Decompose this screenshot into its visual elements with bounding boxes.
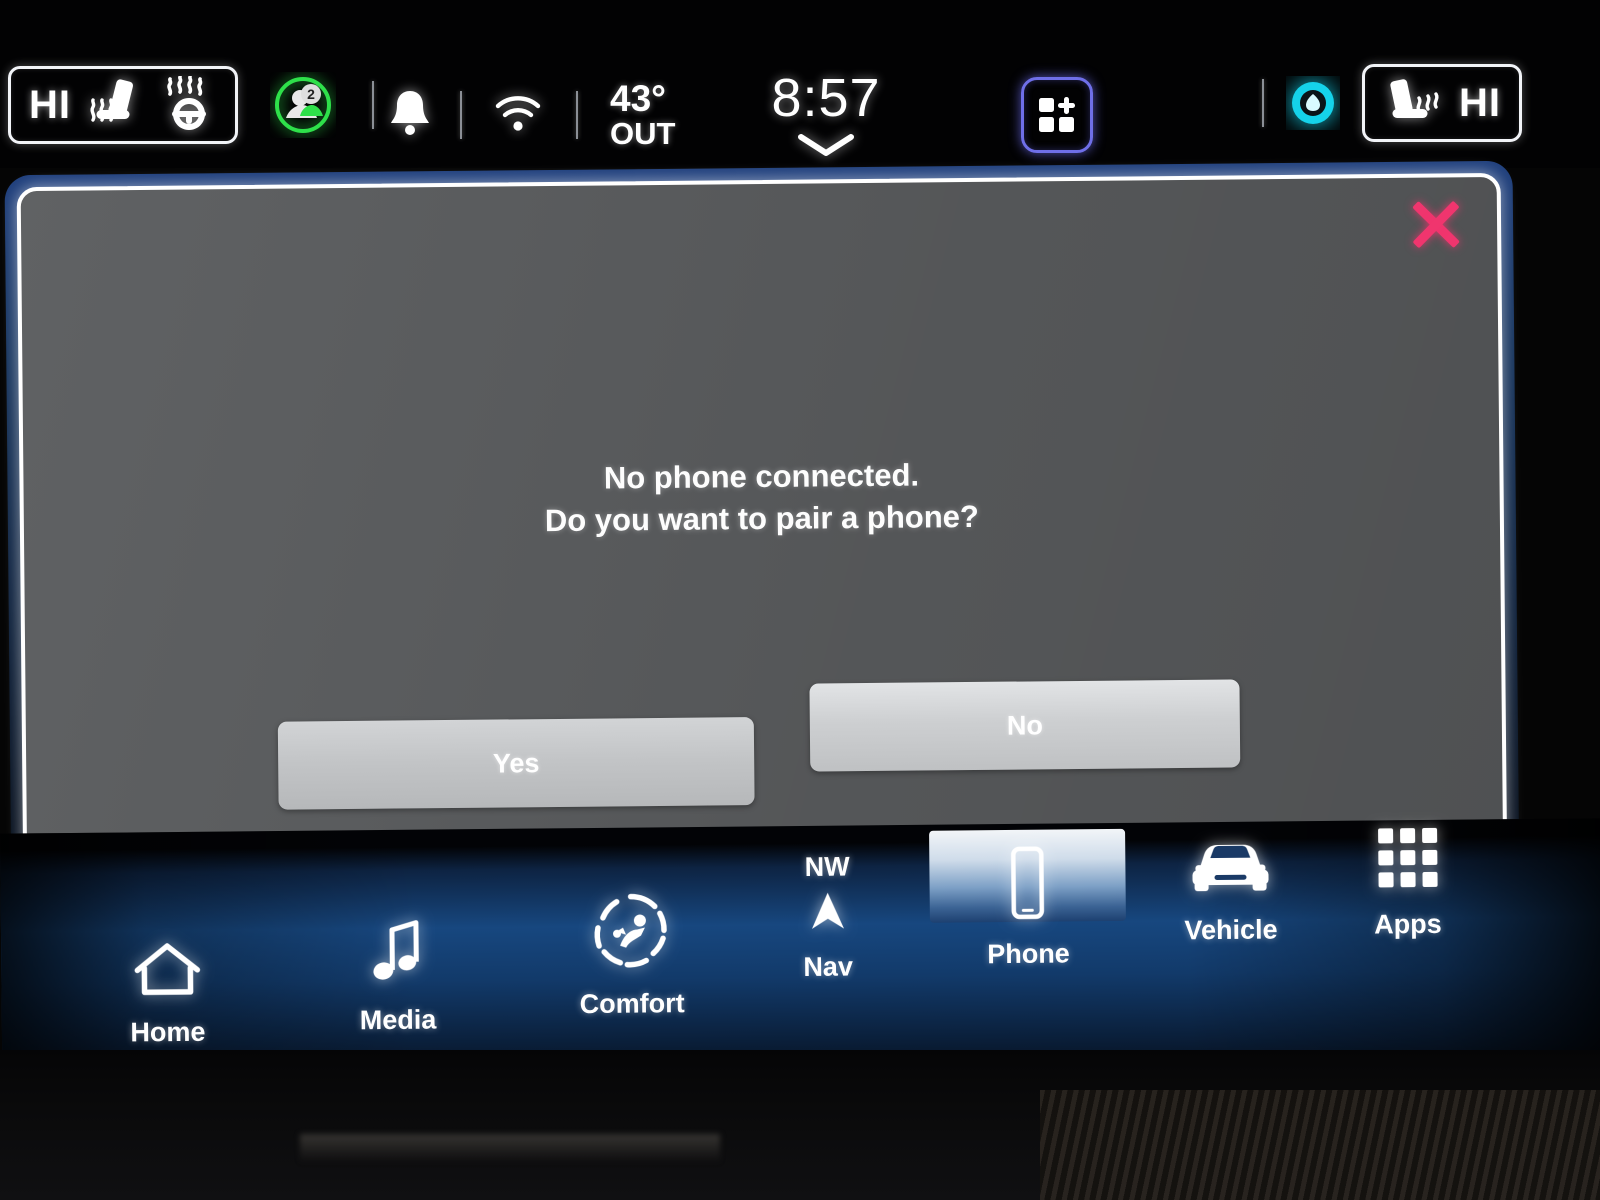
- status-divider: [372, 81, 374, 129]
- passenger-heat-level-label: HI: [1459, 80, 1501, 125]
- status-divider: [576, 91, 578, 139]
- nav-item-vehicle[interactable]: Vehicle: [1182, 831, 1279, 946]
- bell-icon[interactable]: [386, 87, 434, 144]
- infotainment-screen: HI 2 43° OUT 8:57 HI No phone connected.…: [0, 0, 1600, 1200]
- status-divider: [460, 91, 462, 139]
- nav-label-comfort: Comfort: [579, 988, 685, 1020]
- dialog-message-line-2: Do you want to pair a phone?: [544, 498, 980, 538]
- nav-item-phone[interactable]: Phone: [929, 828, 1127, 970]
- nav-label-media: Media: [359, 1004, 437, 1036]
- dialog-button-row: Yes No: [25, 677, 1502, 821]
- nav-label-nav: Nav: [803, 951, 854, 982]
- nav-label-phone: Phone: [987, 938, 1070, 970]
- nav-label-apps: Apps: [1374, 908, 1442, 940]
- nav-item-nav[interactable]: NW Nav: [802, 852, 853, 983]
- clock-group[interactable]: 8:57: [771, 67, 880, 164]
- close-x-icon[interactable]: [1405, 193, 1468, 256]
- status-bar: HI 2 43° OUT 8:57 HI: [0, 0, 1600, 168]
- driver-seat-heat-control[interactable]: HI: [8, 66, 238, 144]
- status-bar-center-group: 43° OUT 8:57: [386, 60, 1093, 170]
- nav-item-media[interactable]: Media: [359, 918, 437, 1037]
- nav-item-comfort[interactable]: Comfort: [579, 889, 685, 1020]
- temperature-value: 43°: [610, 78, 666, 120]
- smartphone-icon: [1002, 844, 1053, 927]
- outside-temperature: 43° OUT: [610, 80, 675, 149]
- heated-seat-icon[interactable]: [87, 76, 145, 135]
- temperature-label: OUT: [610, 116, 676, 152]
- voice-assistant-icon[interactable]: [1286, 76, 1340, 130]
- driver-heat-level-label: HI: [29, 82, 71, 127]
- navigation-arrow-icon: [805, 887, 850, 940]
- main-content-frame: No phone connected. Do you want to pair …: [4, 160, 1520, 906]
- nav-heading-label: NW: [804, 851, 850, 882]
- ventilated-seat-icon[interactable]: [1383, 74, 1443, 133]
- nav-item-home[interactable]: Home: [129, 938, 206, 1049]
- nav-label-home: Home: [130, 1016, 206, 1048]
- nav-item-apps[interactable]: Apps: [1372, 822, 1443, 941]
- yes-button[interactable]: Yes: [277, 717, 755, 810]
- clock-time: 8:57: [771, 67, 881, 128]
- dialog-message: No phone connected. Do you want to pair …: [23, 449, 1500, 546]
- passenger-profile-badge[interactable]: 2: [270, 72, 336, 138]
- bezel-highlight: [300, 1134, 720, 1162]
- pair-phone-dialog: No phone connected. Do you want to pair …: [16, 172, 1508, 894]
- status-bar-left-group: HI 2: [8, 66, 374, 144]
- nav-label-vehicle: Vehicle: [1184, 914, 1278, 946]
- heated-steering-wheel-icon[interactable]: [161, 74, 217, 135]
- dialog-message-line-1: No phone connected.: [603, 457, 920, 496]
- passenger-seat-vent-control[interactable]: HI: [1362, 64, 1522, 142]
- status-bar-right-group: HI: [1262, 64, 1522, 142]
- status-divider: [1262, 79, 1264, 127]
- wifi-icon[interactable]: [492, 91, 544, 140]
- climate-comfort-icon: [590, 889, 673, 977]
- no-button[interactable]: No: [809, 679, 1241, 772]
- grid-apps-icon: [1372, 822, 1443, 898]
- bezel-stitching: [1040, 1090, 1600, 1200]
- car-front-icon: [1182, 831, 1279, 903]
- svg-text:2: 2: [307, 86, 315, 102]
- music-note-icon: [364, 918, 431, 994]
- home-icon: [129, 938, 206, 1006]
- add-widget-button[interactable]: [1020, 77, 1093, 153]
- chevron-down-icon[interactable]: [795, 131, 857, 164]
- dashboard-bezel: [0, 1050, 1600, 1200]
